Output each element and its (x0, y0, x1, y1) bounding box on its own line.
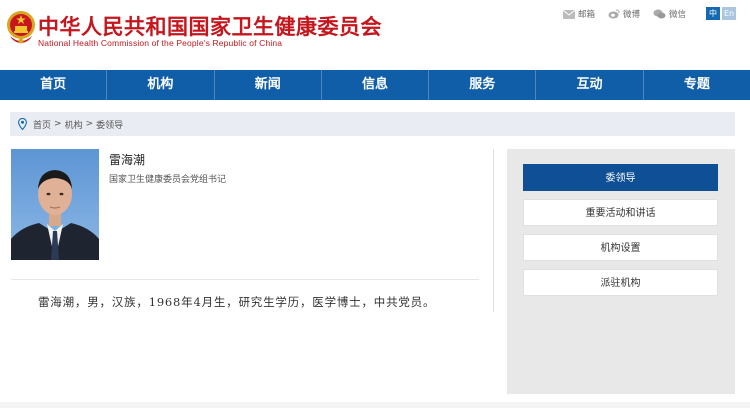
wechat-link-label: 微信 (668, 10, 686, 20)
content-divider (493, 149, 494, 312)
mail-icon (563, 9, 575, 19)
mail-link[interactable]: 邮箱 (563, 8, 595, 20)
profile-divider (11, 279, 479, 280)
nav-item-information[interactable]: 信息 (322, 70, 430, 100)
footer-edge (0, 402, 750, 408)
side-menu-structure[interactable]: 机构设置 (523, 234, 718, 261)
nav-item-services[interactable]: 服务 (429, 70, 537, 100)
breadcrumb-current: 委领导 (96, 120, 124, 131)
side-menu: 委领导 重要活动和讲话 机构设置 派驻机构 (507, 149, 735, 394)
weibo-link-label: 微博 (622, 10, 640, 20)
location-pin-icon (18, 118, 27, 130)
top-links: 邮箱 微博 微信 (550, 8, 686, 20)
nav-item-news[interactable]: 新闻 (215, 70, 322, 100)
lang-en-button[interactable]: En (722, 7, 736, 20)
language-switch: 中 En (704, 7, 736, 20)
nav-item-interaction[interactable]: 互动 (536, 70, 644, 100)
leader-photo (11, 149, 99, 260)
wechat-icon (653, 9, 666, 19)
leader-portrait-image (11, 149, 99, 260)
site-title[interactable]: 中华人民共和国国家卫生健康委员会 (38, 11, 382, 41)
nav-item-home[interactable]: 首页 (0, 70, 108, 100)
breadcrumb-home[interactable]: 首页 (33, 118, 51, 131)
leader-title: 国家卫生健康委员会党组书记 (109, 175, 227, 185)
weibo-icon (608, 9, 620, 19)
mail-link-label: 邮箱 (577, 10, 595, 20)
side-menu-leaders[interactable]: 委领导 (523, 164, 718, 191)
side-menu-activities[interactable]: 重要活动和讲话 (523, 199, 718, 226)
site-header: 中华人民共和国国家卫生健康委员会 National Health Commiss… (0, 0, 750, 70)
leader-bio: 雷海潮，男，汉族，1968年4月生，研究生学历，医学博士，中共党员。 (38, 295, 436, 309)
nav-item-topics[interactable]: 专题 (644, 70, 750, 100)
nav-item-organization[interactable]: 机构 (107, 70, 215, 100)
lang-cn-button[interactable]: 中 (706, 7, 720, 20)
breadcrumb: 首页 > 机构 > 委领导 (10, 112, 735, 136)
side-menu-agencies[interactable]: 派驻机构 (523, 269, 718, 296)
breadcrumb-separator: > (85, 119, 94, 129)
wechat-link[interactable]: 微信 (653, 8, 686, 20)
leader-name: 雷海潮 (109, 153, 146, 167)
breadcrumb-separator: > (54, 119, 62, 129)
national-emblem-icon[interactable] (6, 8, 36, 48)
main-nav: 首页 机构 新闻 信息 服务 互动 专题 (0, 70, 750, 100)
weibo-link[interactable]: 微博 (608, 8, 640, 20)
breadcrumb-organization[interactable]: 机构 (65, 118, 83, 131)
site-subtitle[interactable]: National Health Commission of the People… (38, 38, 282, 48)
